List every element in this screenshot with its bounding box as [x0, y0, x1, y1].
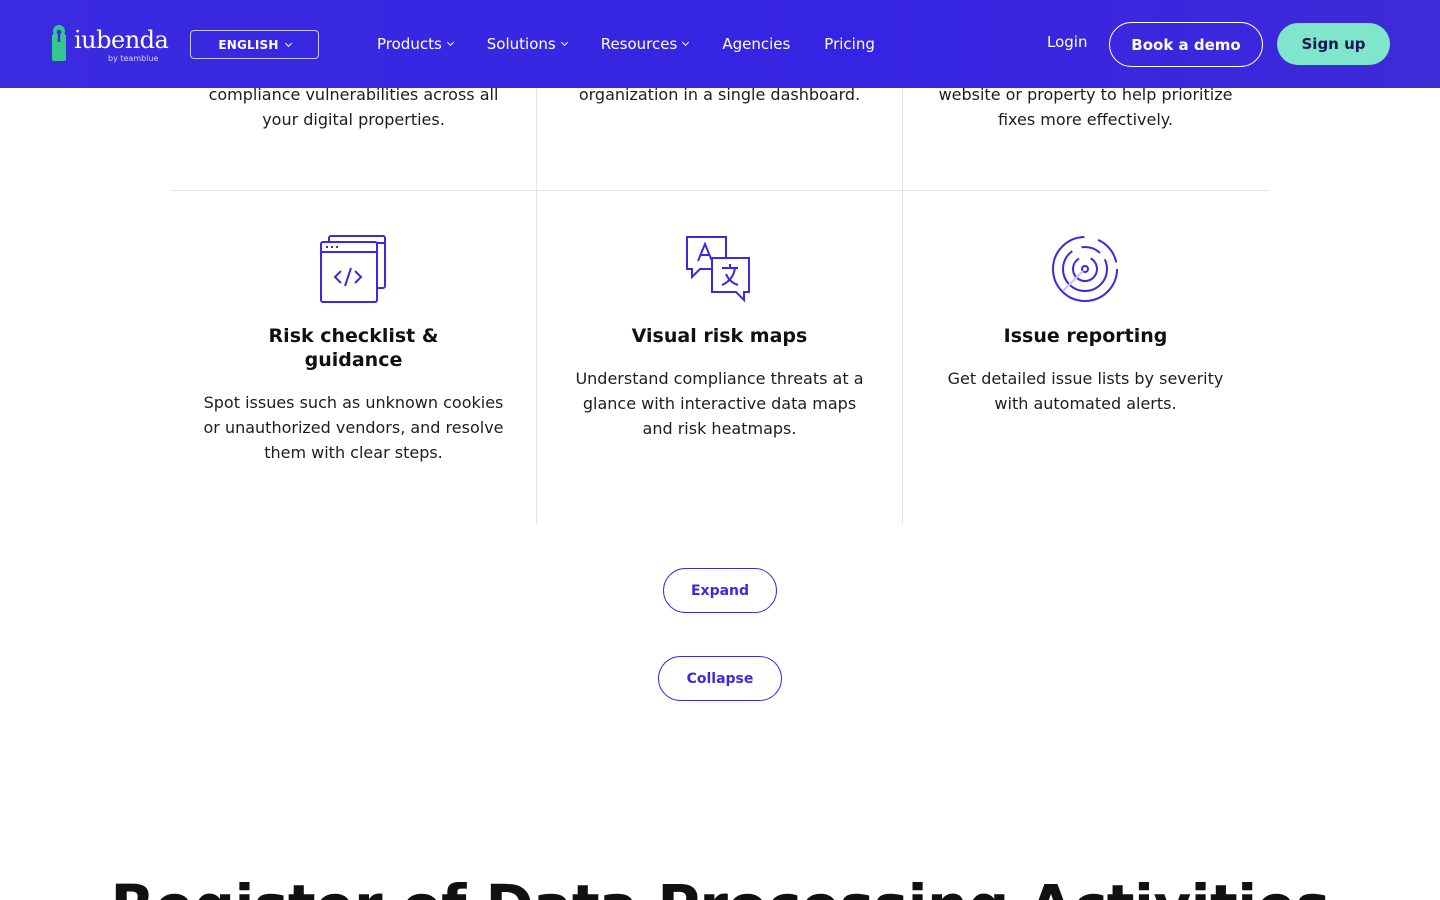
nav-item-label: Pricing — [824, 35, 875, 53]
main-nav: Products Solutions Resources Agencies Pr… — [377, 33, 875, 55]
nav-item-solutions[interactable]: Solutions — [486, 35, 568, 53]
logo-subtitle: by teamblue — [108, 54, 159, 63]
nav-item-label: Solutions — [486, 35, 556, 53]
login-link[interactable]: Login — [1047, 33, 1087, 51]
iubenda-logo[interactable]: iubenda by teamblue — [50, 24, 169, 66]
language-selector[interactable]: ENGLISH — [190, 30, 319, 59]
feature-title: Issue reporting — [1003, 325, 1168, 347]
chevron-down-icon — [284, 39, 292, 47]
site-header: iubenda by teamblue ENGLISH Products Sol… — [0, 0, 1440, 88]
book-demo-button[interactable]: Book a demo — [1109, 22, 1263, 67]
feature-description: Spot issues such as unknown cookies or u… — [203, 393, 504, 462]
sign-up-button[interactable]: Sign up — [1277, 23, 1390, 65]
expand-button[interactable]: Expand — [663, 568, 777, 613]
nav-item-label: Agencies — [722, 35, 791, 53]
translate-chat-icon — [686, 236, 750, 303]
feature-description: Understand compliance threats at a glanc… — [575, 369, 864, 438]
code-window-icon — [320, 235, 386, 303]
nav-item-resources[interactable]: Resources — [600, 35, 690, 53]
section-heading: Register of Data Processing Activities — [0, 872, 1440, 900]
chevron-down-icon — [560, 38, 568, 47]
logo-wordmark: iubenda — [74, 26, 169, 54]
feature-title: Risk checklist & guidance — [268, 325, 439, 371]
chevron-down-icon — [446, 38, 454, 47]
nav-item-agencies[interactable]: Agencies — [722, 35, 790, 53]
nav-item-label: Products — [377, 35, 442, 53]
feature-description: Get detailed issue lists by severity wit… — [947, 369, 1224, 413]
nav-item-pricing[interactable]: Pricing — [824, 35, 875, 53]
collapse-button[interactable]: Collapse — [658, 656, 782, 701]
radar-icon — [1052, 236, 1118, 302]
feature-title: Visual risk maps — [631, 325, 808, 347]
keyhole-logo-icon — [52, 25, 66, 61]
language-label: ENGLISH — [218, 37, 279, 52]
chevron-down-icon — [682, 38, 690, 47]
nav-item-products[interactable]: Products — [377, 35, 454, 53]
nav-item-label: Resources — [600, 35, 678, 53]
